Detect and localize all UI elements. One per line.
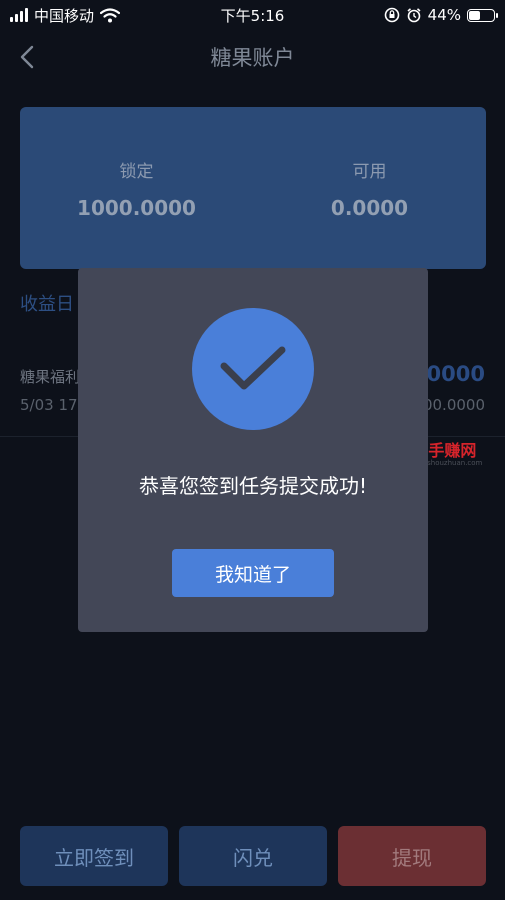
locked-balance: 锁定 1000.0000 xyxy=(20,107,253,269)
confirm-button[interactable]: 我知道了 xyxy=(172,549,334,597)
record-title: 糖果福利 xyxy=(20,368,81,386)
nav-bar: 糖果账户 xyxy=(0,30,505,84)
exchange-button[interactable]: 闪兑 xyxy=(179,826,327,886)
sign-in-button[interactable]: 立即签到 xyxy=(20,826,168,886)
locked-value: 1000.0000 xyxy=(77,195,196,220)
record-amount: 0000 xyxy=(426,362,485,386)
checkmark-icon xyxy=(192,308,314,430)
available-label: 可用 xyxy=(352,161,387,182)
wifi-icon xyxy=(100,7,121,22)
status-time: 下午5:16 xyxy=(220,6,285,25)
record-balance: 00.0000 xyxy=(422,396,485,414)
battery-icon xyxy=(467,8,498,22)
balance-summary-card: 锁定 1000.0000 可用 0.0000 xyxy=(20,107,486,269)
rotation-lock-icon xyxy=(384,7,399,23)
modal-message: 恭喜您签到任务提交成功! xyxy=(138,474,368,498)
locked-label: 锁定 xyxy=(119,161,154,182)
status-bar: 中国移动 下午5:16 44% xyxy=(0,0,505,30)
success-modal: 恭喜您签到任务提交成功! 我知道了 xyxy=(78,268,428,632)
bottom-action-bar: 立即签到 闪兑 提现 xyxy=(0,826,505,888)
available-value: 0.0000 xyxy=(330,195,409,220)
page-title: 糖果账户 xyxy=(210,46,295,70)
alarm-icon xyxy=(407,8,421,23)
chevron-left-icon[interactable] xyxy=(14,42,44,72)
record-time: 5/03 17 xyxy=(20,396,78,414)
withdraw-button[interactable]: 提现 xyxy=(338,826,486,886)
available-balance: 可用 0.0000 xyxy=(253,107,486,269)
battery-percent: 44% xyxy=(427,6,461,24)
section-title: 收益日 xyxy=(20,294,74,315)
carrier-name: 中国移动 xyxy=(34,6,95,25)
cellular-signal-icon xyxy=(10,8,28,22)
